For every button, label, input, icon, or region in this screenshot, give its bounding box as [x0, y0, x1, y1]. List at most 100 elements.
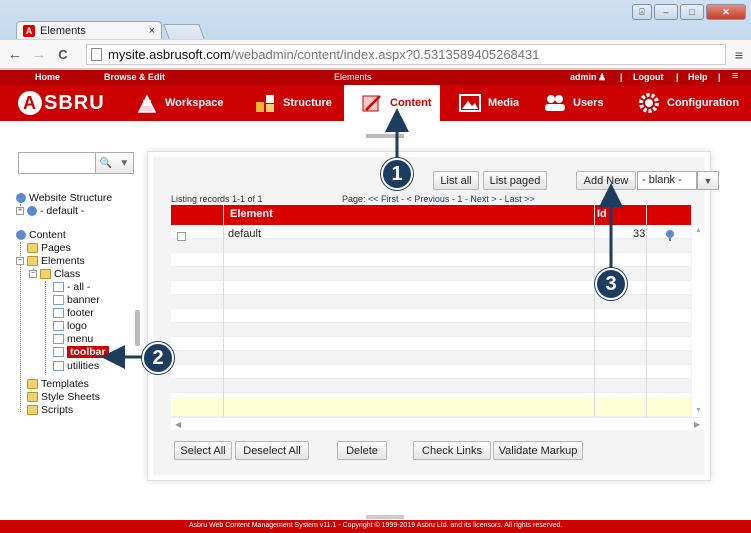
back-arrow-icon[interactable]: ← — [6, 46, 24, 63]
tree-label: logo — [67, 320, 87, 332]
tree-label: - default - — [40, 205, 85, 217]
column-divider — [223, 205, 224, 417]
globe-icon[interactable] — [665, 229, 675, 244]
class-select[interactable]: - blank - — [637, 171, 697, 190]
tree-toolbar[interactable]: toolbar — [53, 346, 109, 358]
favicon-icon: A — [23, 24, 35, 37]
add-new-button[interactable]: Add New — [576, 171, 636, 190]
separator: | — [620, 72, 623, 82]
document-icon — [53, 282, 64, 292]
row-checkbox[interactable] — [177, 232, 186, 241]
tree-templates[interactable]: Templates — [27, 378, 89, 390]
tree-footer[interactable]: footer — [53, 307, 94, 319]
reload-icon[interactable]: C — [54, 47, 72, 62]
minimize-button[interactable]: – — [654, 4, 678, 20]
tree-label: Content — [29, 229, 66, 241]
hamburger-icon[interactable]: ≡ — [732, 70, 738, 82]
document-icon — [53, 361, 64, 371]
forward-arrow-icon[interactable]: → — [30, 46, 48, 63]
pager-first[interactable]: << First — [368, 194, 399, 204]
tree-label-selected: toolbar — [67, 346, 109, 358]
tab-close-icon[interactable]: × — [149, 25, 155, 37]
profile-icon[interactable]: ⍓ — [632, 4, 652, 20]
tree-utilities[interactable]: utilities — [53, 360, 99, 372]
deselect-all-button[interactable]: Deselect All — [235, 441, 309, 460]
browse-edit-link[interactable]: Browse & Edit — [104, 72, 165, 82]
tree-default[interactable]: + - default - — [16, 205, 84, 217]
check-links-button[interactable]: Check Links — [413, 441, 491, 460]
window-controls: ⍓ – □ ✕ — [632, 4, 746, 20]
new-tab-button[interactable] — [163, 24, 205, 39]
validate-markup-button[interactable]: Validate Markup — [493, 441, 583, 460]
resize-grip[interactable] — [366, 515, 404, 519]
pager-next[interactable]: Next > — [470, 194, 496, 204]
nav-label: Structure — [283, 97, 332, 109]
scroll-left-icon[interactable]: ◀ — [175, 420, 181, 429]
tree-class[interactable]: − Class — [29, 268, 80, 280]
pager: Page: << First - < Previous - 1 - Next >… — [342, 194, 535, 204]
tree-content[interactable]: Content — [16, 229, 66, 241]
column-element[interactable]: Element — [230, 208, 273, 220]
delete-button[interactable]: Delete — [337, 441, 387, 460]
sidebar-scrollbar[interactable] — [135, 310, 140, 346]
admin-link[interactable]: admin — [570, 72, 597, 82]
table-row — [171, 365, 691, 379]
tree-label: utilities — [67, 360, 100, 372]
browser-menu-icon[interactable]: ≡ — [735, 47, 743, 63]
scroll-down-icon[interactable]: ▼ — [695, 407, 702, 414]
tree-style-sheets[interactable]: Style Sheets — [27, 391, 100, 403]
pager-label: Page: — [342, 194, 366, 204]
expand-icon[interactable]: + — [16, 207, 24, 215]
tree-all[interactable]: - all - — [53, 281, 90, 293]
tree-pages[interactable]: Pages — [27, 242, 71, 254]
nav-workspace[interactable]: Workspace — [135, 85, 224, 121]
chevron-down-icon[interactable]: ▼ — [697, 171, 719, 190]
url-host: mysite.asbrusoft.com — [108, 47, 231, 62]
footer-bar: Asbru Web Content Management System v11.… — [0, 520, 751, 533]
close-window-button[interactable]: ✕ — [706, 4, 746, 20]
list-all-button[interactable]: List all — [433, 171, 479, 190]
search-button[interactable]: 🔍 ▼ — [95, 152, 134, 174]
collapse-icon[interactable]: − — [16, 257, 24, 265]
asbru-logo[interactable]: A SBRU — [18, 91, 105, 115]
pager-last[interactable]: Last >> — [505, 194, 535, 204]
table-vertical-scrollbar[interactable]: ▲ ▼ — [692, 225, 705, 417]
document-icon — [53, 334, 64, 344]
browser-chrome: A Elements × ⍓ – □ ✕ ← → C mysite.asbrus… — [0, 0, 751, 70]
collapse-icon[interactable]: − — [29, 270, 37, 278]
nav-structure[interactable]: Structure — [253, 85, 332, 121]
address-bar: ← → C mysite.asbrusoft.com/webadmin/cont… — [0, 40, 751, 69]
tree-website-structure[interactable]: Website Structure — [16, 192, 112, 204]
nav-users[interactable]: Users — [543, 85, 604, 121]
tree-banner[interactable]: banner — [53, 294, 100, 306]
page-icon — [91, 48, 102, 61]
browser-tab[interactable]: A Elements × — [16, 21, 162, 39]
nav-configuration[interactable]: Configuration — [637, 85, 739, 121]
nav-media[interactable]: Media — [458, 85, 519, 121]
home-link[interactable]: Home — [35, 72, 60, 82]
logo-text: SBRU — [44, 91, 105, 114]
nav-content[interactable]: Content — [344, 85, 440, 121]
pager-previous[interactable]: < Previous — [407, 194, 450, 204]
help-link[interactable]: Help — [688, 72, 708, 82]
scroll-right-icon[interactable]: ▶ — [694, 420, 700, 429]
select-all-button[interactable]: Select All — [174, 441, 232, 460]
column-id[interactable]: Id — [597, 208, 607, 220]
search-input[interactable] — [18, 152, 96, 174]
tree-line — [20, 242, 21, 412]
document-icon — [53, 295, 64, 305]
tree-logo[interactable]: logo — [53, 320, 87, 332]
folder-icon — [27, 256, 38, 266]
scroll-up-icon[interactable]: ▲ — [695, 227, 702, 234]
maximize-button[interactable]: □ — [680, 4, 704, 20]
separator: | — [718, 72, 721, 82]
url-field[interactable]: mysite.asbrusoft.com/webadmin/content/in… — [86, 44, 726, 65]
tree-scripts[interactable]: Scripts — [27, 404, 73, 416]
tree-menu[interactable]: menu — [53, 333, 93, 345]
tree-elements[interactable]: − Elements — [16, 255, 85, 267]
cell-element[interactable]: default — [228, 228, 261, 240]
list-paged-button[interactable]: List paged — [483, 171, 547, 190]
resize-grip[interactable] — [366, 134, 404, 138]
table-horizontal-scrollbar[interactable]: ◀ ▶ — [171, 417, 705, 430]
logout-link[interactable]: Logout — [633, 72, 664, 82]
